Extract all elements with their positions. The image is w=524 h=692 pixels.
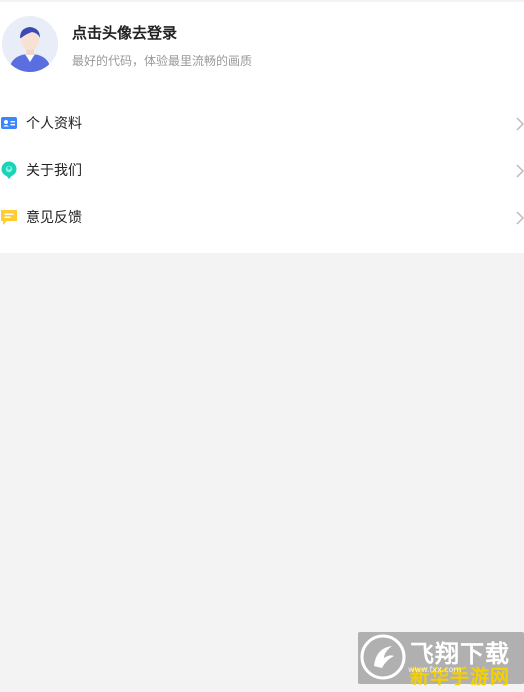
watermark: 飞翔下载 新华手游网 www.fxx.com xyxy=(358,632,524,688)
profile-header[interactable]: 点击头像去登录 最好的代码，体验最里流畅的画质 xyxy=(0,2,524,92)
settings-menu: 个人资料 关于我们 意见反馈 xyxy=(0,100,524,241)
chevron-right-icon xyxy=(516,116,524,131)
chevron-right-icon xyxy=(516,210,524,225)
watermark-url: www.fxx.com xyxy=(408,665,462,674)
feedback-icon xyxy=(0,208,18,226)
menu-item-label: 意见反馈 xyxy=(26,210,82,226)
chevron-right-icon xyxy=(516,163,524,178)
avatar[interactable] xyxy=(2,16,58,72)
menu-item-profile[interactable]: 个人资料 xyxy=(0,100,524,147)
menu-item-about[interactable]: 关于我们 xyxy=(0,147,524,194)
menu-item-feedback[interactable]: 意见反馈 xyxy=(0,194,524,241)
profile-slogan: 最好的代码，体验最里流畅的画质 xyxy=(72,54,253,68)
watermark-logo-icon xyxy=(360,634,406,680)
about-us-icon xyxy=(0,161,18,179)
profile-card-icon xyxy=(0,114,18,132)
login-prompt[interactable]: 点击头像去登录 xyxy=(72,22,177,43)
menu-item-label: 关于我们 xyxy=(26,163,82,179)
profile-panel: 点击头像去登录 最好的代码，体验最里流畅的画质 个人资料 关于我们 意见反馈 xyxy=(0,2,524,253)
default-user-avatar-icon xyxy=(2,16,58,72)
menu-item-label: 个人资料 xyxy=(26,116,82,132)
